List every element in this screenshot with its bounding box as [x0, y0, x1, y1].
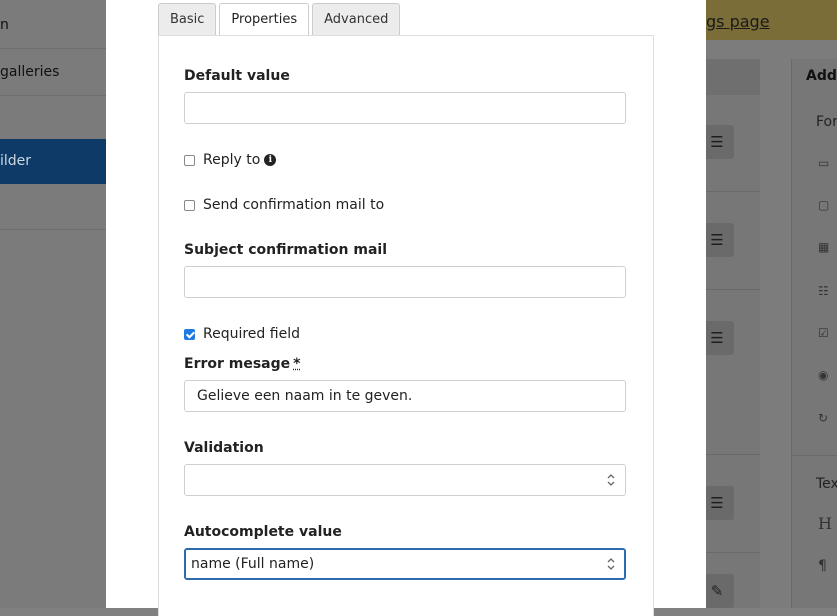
chevron-up-down-icon	[607, 558, 615, 570]
required-field-row: Required field	[184, 326, 300, 342]
panel-subtitle: Tex	[816, 476, 837, 492]
error-message-label: Error mesage *	[184, 356, 300, 372]
chevron-up-down-icon	[607, 474, 615, 486]
panel-divider	[791, 455, 837, 456]
error-message-input[interactable]	[184, 380, 626, 412]
background-row-divider	[706, 289, 760, 290]
tab-bar: Basic Properties Advanced	[158, 3, 403, 37]
checkbox-icon: ☑	[818, 326, 829, 340]
validation-label: Validation	[184, 440, 264, 456]
calendar-icon: ▦	[818, 240, 830, 254]
subject-confirmation-input[interactable]	[184, 266, 626, 298]
required-field-checkbox[interactable]	[184, 328, 195, 340]
panel-subtitle: For	[816, 114, 837, 130]
subject-confirmation-label: Subject confirmation mail	[184, 242, 388, 258]
paragraph-icon: ¶	[818, 558, 827, 574]
validation-select[interactable]	[184, 464, 626, 496]
properties-panel: Default value Reply to i Send confirmati…	[158, 35, 654, 616]
required-asterisk: *	[293, 356, 301, 372]
tab-basic[interactable]: Basic	[158, 3, 217, 35]
default-value-input[interactable]	[184, 92, 626, 124]
send-confirmation-checkbox[interactable]	[184, 199, 195, 211]
background-row-divider	[706, 191, 760, 192]
sidebar-item-galleries: galleries	[0, 50, 106, 96]
sidebar-item	[0, 95, 106, 141]
heading-icon: H	[818, 514, 832, 533]
background-field-list-header	[706, 59, 760, 95]
autocomplete-label: Autocomplete value	[184, 524, 342, 540]
required-field-label: Required field	[203, 326, 300, 342]
field-settings-modal: Basic Properties Advanced Default value …	[106, 0, 706, 616]
autocomplete-select[interactable]: name (Full name)	[184, 548, 626, 580]
tab-advanced[interactable]: Advanced	[312, 3, 401, 35]
send-confirmation-row: Send confirmation mail to	[184, 197, 384, 213]
textarea-icon: ▢	[818, 198, 830, 212]
autocomplete-selected-value: name (Full name)	[191, 556, 315, 572]
banner-link: gs page	[706, 12, 770, 31]
sidebar-item: n	[0, 3, 106, 49]
info-icon[interactable]: i	[264, 154, 277, 166]
sidebar-item-form-builder: ilder	[0, 139, 106, 184]
background-row-divider	[706, 454, 760, 455]
reply-to-row: Reply to i	[184, 152, 277, 168]
background-sidebar: n galleries ilder	[0, 0, 106, 608]
radio-icon: ◉	[818, 368, 829, 382]
background-banner: gs page	[706, 0, 837, 40]
reply-to-checkbox[interactable]	[184, 154, 195, 166]
panel-title: Add	[806, 68, 837, 84]
default-value-label: Default value	[184, 68, 290, 84]
sidebar-item	[0, 184, 106, 230]
tab-properties[interactable]: Properties	[219, 3, 310, 37]
list-icon: ☷	[818, 284, 829, 298]
error-message-label-text: Error mesage	[184, 356, 291, 372]
textfield-icon: ▭	[818, 156, 830, 170]
send-confirmation-label: Send confirmation mail to	[203, 197, 385, 213]
background-row-divider	[706, 552, 760, 553]
refresh-icon: ↻	[818, 411, 829, 425]
reply-to-label: Reply to	[203, 152, 261, 168]
